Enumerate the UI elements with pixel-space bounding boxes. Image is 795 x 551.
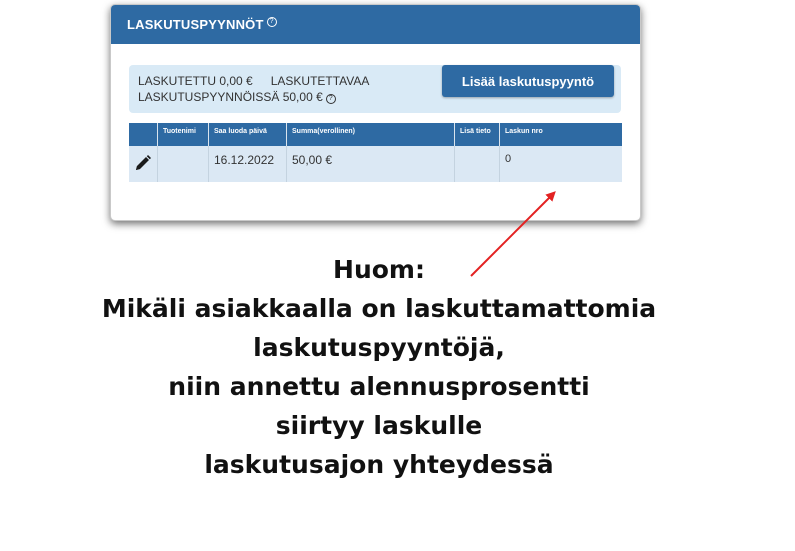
column-header-invoice-number: Laskun nro xyxy=(499,123,622,146)
note-line: Mikäli asiakkaalla on laskuttamattomia xyxy=(101,294,657,323)
cell-invoice-number: 0 xyxy=(499,146,622,182)
cell-extra-info xyxy=(454,146,500,182)
add-billing-request-button[interactable]: Lisää laskutuspyyntö xyxy=(442,65,614,97)
annotation-note: Huom: Mikäli asiakkaalla on laskuttamatt… xyxy=(0,250,758,484)
help-icon[interactable]: ? xyxy=(325,93,336,104)
summary-text: LASKUTETTU 0,00 € LASKUTETTAVAA LASKUTUSP… xyxy=(138,73,369,105)
billing-requests-table: Tuotenimi Saa luoda päivä Summa(verollin… xyxy=(129,123,622,182)
note-line: Huom: xyxy=(333,255,425,284)
column-header-product: Tuotenimi xyxy=(157,123,209,146)
cell-product xyxy=(157,146,209,182)
column-header-amount: Summa(verollinen) xyxy=(286,123,455,146)
to-invoice-label: LASKUTETTAVAA xyxy=(270,74,370,88)
note-line: niin annettu alennusprosentti xyxy=(168,372,590,401)
panel-header: LASKUTUSPYYNNÖT ? xyxy=(111,5,640,44)
cell-date: 16.12.2022 xyxy=(208,146,287,182)
note-line: laskutusajon yhteydessä xyxy=(204,450,554,479)
column-header-actions xyxy=(129,123,158,146)
pencil-icon[interactable] xyxy=(134,154,152,172)
billing-summary: LASKUTETTU 0,00 € LASKUTETTAVAA LASKUTUSP… xyxy=(129,65,621,113)
column-header-date: Saa luoda päivä xyxy=(208,123,287,146)
table-header-row: Tuotenimi Saa luoda päivä Summa(verollin… xyxy=(129,123,622,146)
help-icon[interactable]: ? xyxy=(266,16,277,27)
panel-title: LASKUTUSPYYNNÖT xyxy=(127,17,264,32)
note-line: laskutuspyyntöjä, xyxy=(253,333,505,362)
column-header-extra-info: Lisä tieto xyxy=(454,123,500,146)
invoiced-total: LASKUTETTU 0,00 € xyxy=(138,74,253,88)
table-row: 16.12.2022 50,00 € 0 xyxy=(129,146,622,182)
edit-cell[interactable] xyxy=(129,146,158,182)
billing-requests-panel: LASKUTUSPYYNNÖT ? LASKUTETTU 0,00 € LASKU… xyxy=(110,4,641,221)
cell-amount: 50,00 € xyxy=(286,146,455,182)
note-line: siirtyy laskulle xyxy=(275,411,483,440)
requests-total: LASKUTUSPYYNNÖISSÄ 50,00 € xyxy=(138,90,323,104)
